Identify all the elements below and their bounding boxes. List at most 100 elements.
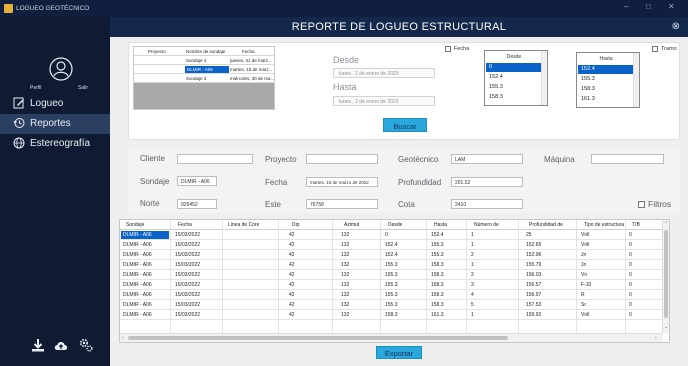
table-cell[interactable]: 155.3 (385, 272, 398, 278)
profile-link[interactable]: Perfil (30, 85, 41, 91)
table-cell[interactable]: Vnll (581, 312, 589, 318)
table-cell[interactable]: 42 (289, 292, 295, 298)
table-cell[interactable]: 15/03/2022 (175, 282, 200, 288)
close-window-button[interactable]: ✕ (668, 2, 675, 11)
table-cell[interactable]: 155.3 (431, 242, 444, 248)
minimize-button[interactable]: – (624, 2, 628, 11)
table-cell[interactable]: Jn (581, 262, 586, 268)
table-cell[interactable]: 132 (341, 272, 349, 278)
mini-grid-row[interactable]: DLMIR - A06 martes, 15 de marz... (134, 65, 274, 74)
table-row[interactable]: DLMIR - A06 15/03/2022 42 132 155.3 158.3 3 156… (120, 280, 663, 290)
table-cell[interactable]: 0 (629, 252, 632, 258)
close-report-icon[interactable]: ⊗ (672, 21, 680, 32)
table-cell[interactable]: Sr (581, 302, 586, 308)
user-profile-icon[interactable] (49, 57, 73, 81)
table-cell[interactable]: 4 (471, 292, 474, 298)
desde-list-item[interactable]: 155.3 (486, 83, 543, 92)
scroll-down-icon[interactable]: ⌄ (664, 324, 668, 330)
table-row[interactable]: DLMIR - A06 15/03/2022 42 132 0 152.4 1 25 Vnll 0 (120, 230, 663, 240)
download-icon[interactable] (30, 337, 46, 353)
column-header[interactable]: Sondaje (126, 222, 144, 228)
desde-date-picker[interactable]: lunes , 2 de enero de 2023 (333, 68, 435, 78)
table-cell[interactable]: DLMIR - A06 (123, 252, 152, 258)
exportar-button[interactable]: Exportar (376, 346, 422, 359)
table-cell[interactable]: 0 (629, 262, 632, 268)
desde-list-item[interactable]: 158.3 (486, 93, 543, 102)
cota-field[interactable]: 2410 (451, 199, 523, 209)
table-cell[interactable]: 1 (471, 262, 474, 268)
table-cell[interactable]: 156.97 (526, 292, 541, 298)
table-cell[interactable]: 42 (289, 302, 295, 308)
table-cell[interactable]: 15/03/2022 (175, 292, 200, 298)
table-cell[interactable]: 132 (341, 252, 349, 258)
scroll-up-icon[interactable]: ⌃ (664, 221, 668, 227)
table-cell[interactable]: 42 (289, 232, 295, 238)
logout-link[interactable]: Salir (78, 85, 88, 91)
table-cell[interactable]: 42 (289, 252, 295, 258)
table-cell[interactable]: 158.3 (431, 292, 444, 298)
hasta-list-item[interactable]: 155.3 (578, 75, 635, 84)
table-cell[interactable]: DLMIR - A06 (123, 282, 152, 288)
table-cell[interactable]: DLMIR - A06 (123, 292, 152, 298)
table-cell[interactable]: 42 (289, 282, 295, 288)
table-cell[interactable]: 15/03/2022 (175, 312, 200, 318)
hasta-list-item[interactable]: 158.3 (578, 85, 635, 94)
table-cell[interactable]: 42 (289, 262, 295, 268)
table-row[interactable]: DLMIR - A06 15/03/2022 42 132 152.4 155.3 1 152… (120, 240, 663, 250)
table-cell[interactable]: Vn (581, 272, 587, 278)
table-cell[interactable]: 152.4 (431, 232, 444, 238)
table-cell[interactable]: DLMIR - A06 (123, 262, 152, 268)
column-header[interactable]: Azimut (344, 222, 359, 228)
fecha-field[interactable]: martes, 15 de marzo de 2022 (306, 177, 378, 187)
table-cell[interactable]: DLMIR - A06 (123, 242, 152, 248)
hasta-date-picker[interactable]: lunes , 2 de enero de 2023 (333, 96, 435, 106)
maximize-button[interactable]: □ (646, 2, 651, 11)
table-cell[interactable]: 155.3 (385, 262, 398, 268)
profundidad-field[interactable]: 201.52 (451, 177, 523, 187)
table-cell[interactable]: F-10 (581, 282, 591, 288)
horizontal-scroll-thumb[interactable] (128, 336, 508, 340)
table-row[interactable]: DLMIR - A06 15/03/2022 42 132 155.3 158.3 4 156… (120, 290, 663, 300)
table-cell[interactable]: 3 (471, 282, 474, 288)
table-cell[interactable]: 158.3 (385, 312, 398, 318)
table-cell[interactable]: DLMIR - A06 (123, 312, 152, 318)
table-cell[interactable]: 1 (471, 232, 474, 238)
geotecnico-field[interactable]: LAM (451, 154, 523, 164)
proyecto-field[interactable] (306, 154, 378, 164)
table-cell[interactable]: 158.3 (431, 282, 444, 288)
cloud-upload-icon[interactable] (53, 337, 69, 353)
column-header[interactable]: Número de (474, 222, 499, 228)
table-cell[interactable]: 15/03/2022 (175, 242, 200, 248)
table-cell[interactable]: 0 (629, 282, 632, 288)
table-cell[interactable]: 0 (385, 232, 388, 238)
table-row[interactable]: DLMIR - A06 15/03/2022 42 132 155.3 158.3 1 155… (120, 260, 663, 270)
column-header[interactable]: T/B (632, 222, 640, 228)
table-cell[interactable]: 0 (629, 292, 632, 298)
table-cell[interactable]: 42 (289, 272, 295, 278)
table-cell[interactable]: 132 (341, 262, 349, 268)
table-cell[interactable]: 42 (289, 312, 295, 318)
table-cell[interactable]: 15/03/2022 (175, 272, 200, 278)
sidebar-item-estereografia[interactable]: Estereografía (0, 134, 110, 154)
table-cell[interactable]: 158.3 (431, 262, 444, 268)
table-cell[interactable]: 161.3 (431, 312, 444, 318)
filtros-checkbox[interactable] (638, 201, 645, 208)
table-cell[interactable]: 15/03/2022 (175, 232, 200, 238)
tramo-checkbox[interactable] (652, 46, 658, 52)
table-cell[interactable]: 1 (471, 312, 474, 318)
table-row[interactable]: DLMIR - A06 15/03/2022 42 132 158.3 161.3 1 159… (120, 310, 663, 320)
column-header[interactable]: Tipo de estructura (584, 222, 624, 228)
table-cell[interactable]: 155.3 (385, 292, 398, 298)
column-header[interactable]: Desde (388, 222, 402, 228)
sidebar-item-logueo[interactable]: Logueo (0, 94, 110, 114)
table-cell[interactable]: 2 (471, 272, 474, 278)
table-cell[interactable]: 1 (471, 242, 474, 248)
table-cell[interactable]: 158.3 (431, 272, 444, 278)
table-cell[interactable]: 157.53 (526, 302, 541, 308)
table-horizontal-scrollbar[interactable]: ‹ › (120, 333, 663, 342)
table-cell[interactable]: 0 (629, 272, 632, 278)
table-cell[interactable]: 132 (341, 282, 349, 288)
table-cell[interactable]: 15/03/2022 (175, 252, 200, 258)
norte-field[interactable]: 925452 (177, 199, 217, 209)
maquina-field[interactable] (591, 154, 664, 164)
